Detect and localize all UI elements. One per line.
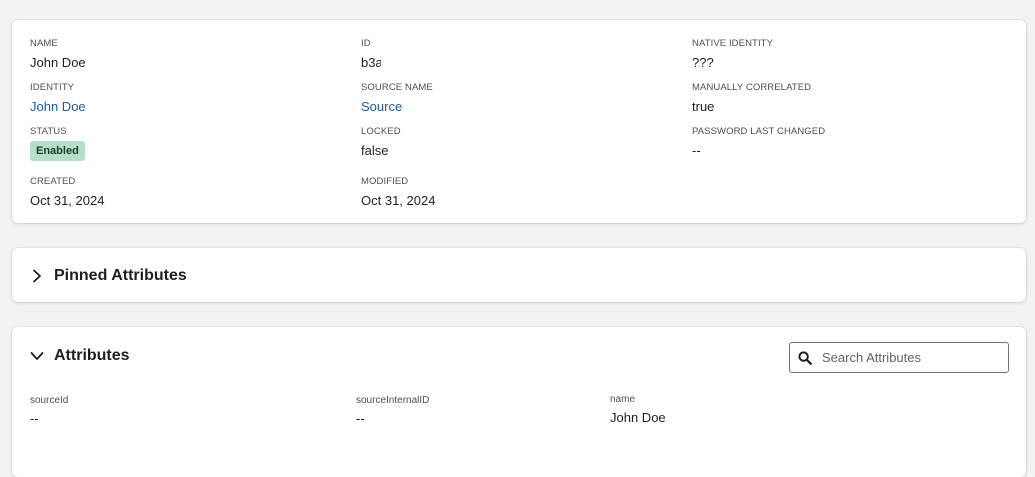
modified-value: Oct 31, 2024 [361, 193, 436, 208]
attributes-title: Attributes [54, 347, 130, 364]
modified-field: MODIFIED Oct 31, 2024 [361, 176, 435, 209]
attribute-item-sourceid: sourceId -- [30, 395, 68, 427]
attribute-item-name: name John Doe [610, 394, 666, 426]
id-field: ID b3a [361, 38, 381, 71]
locked-value: false [361, 143, 389, 158]
manually-correlated-value: true [692, 99, 715, 114]
identity-field: IDENTITY John Doe [30, 82, 86, 115]
created-value: Oct 31, 2024 [30, 193, 105, 208]
native-identity-label: NATIVE IDENTITY [692, 38, 774, 49]
status-badge: Enabled [30, 141, 85, 161]
pinned-attributes-toggle[interactable]: Pinned Attributes [30, 267, 187, 285]
modified-label: MODIFIED [361, 176, 409, 187]
chevron-right-icon [33, 269, 41, 283]
search-icon [798, 350, 812, 365]
native-identity-value: ??? [692, 55, 714, 70]
manually-correlated-field: MANUALLY CORRELATED true [692, 82, 811, 115]
search-attributes-input[interactable] [820, 349, 1004, 366]
name-field: NAME John Doe [30, 38, 86, 71]
attribute-label: name [610, 394, 636, 405]
identity-label: IDENTITY [30, 82, 75, 93]
manually-correlated-label: MANUALLY CORRELATED [692, 82, 812, 93]
created-label: CREATED [30, 176, 76, 187]
attribute-label: sourceInternalID [356, 395, 430, 406]
chevron-down-icon [30, 352, 44, 360]
status-label: STATUS [30, 126, 67, 137]
created-field: CREATED Oct 31, 2024 [30, 176, 104, 209]
locked-field: LOCKED false [361, 126, 401, 159]
id-value: b3a [361, 55, 381, 70]
name-label: NAME [30, 38, 58, 49]
password-last-changed-value: -- [692, 143, 701, 158]
account-details-card: NAME John Doe IDENTITY John Doe STATUS E… [12, 20, 1026, 223]
attributes-toggle[interactable]: Attributes [30, 347, 130, 365]
locked-label: LOCKED [361, 126, 401, 137]
attributes-card: Attributes sourceId -- sourceInternalID … [12, 327, 1026, 477]
source-name-field: SOURCE NAME Source [361, 82, 433, 115]
search-attributes-box[interactable] [789, 342, 1009, 373]
id-label: ID [361, 38, 371, 49]
password-last-changed-field: PASSWORD LAST CHANGED -- [692, 126, 825, 159]
pinned-attributes-title: Pinned Attributes [54, 267, 187, 284]
source-name-label: SOURCE NAME [361, 82, 433, 93]
pinned-attributes-card: Pinned Attributes [12, 248, 1026, 302]
name-value: John Doe [30, 55, 86, 70]
attribute-label: sourceId [30, 395, 69, 406]
native-identity-field: NATIVE IDENTITY ??? [692, 38, 773, 71]
password-last-changed-label: PASSWORD LAST CHANGED [692, 126, 826, 137]
identity-link[interactable]: John Doe [30, 98, 86, 115]
attribute-item-sourceinternalid: sourceInternalID -- [356, 395, 429, 427]
attribute-value: -- [356, 411, 365, 426]
attribute-value: -- [30, 411, 39, 426]
attribute-value: John Doe [610, 410, 666, 425]
status-field: STATUS Enabled [30, 126, 85, 161]
source-name-link[interactable]: Source [361, 98, 433, 115]
